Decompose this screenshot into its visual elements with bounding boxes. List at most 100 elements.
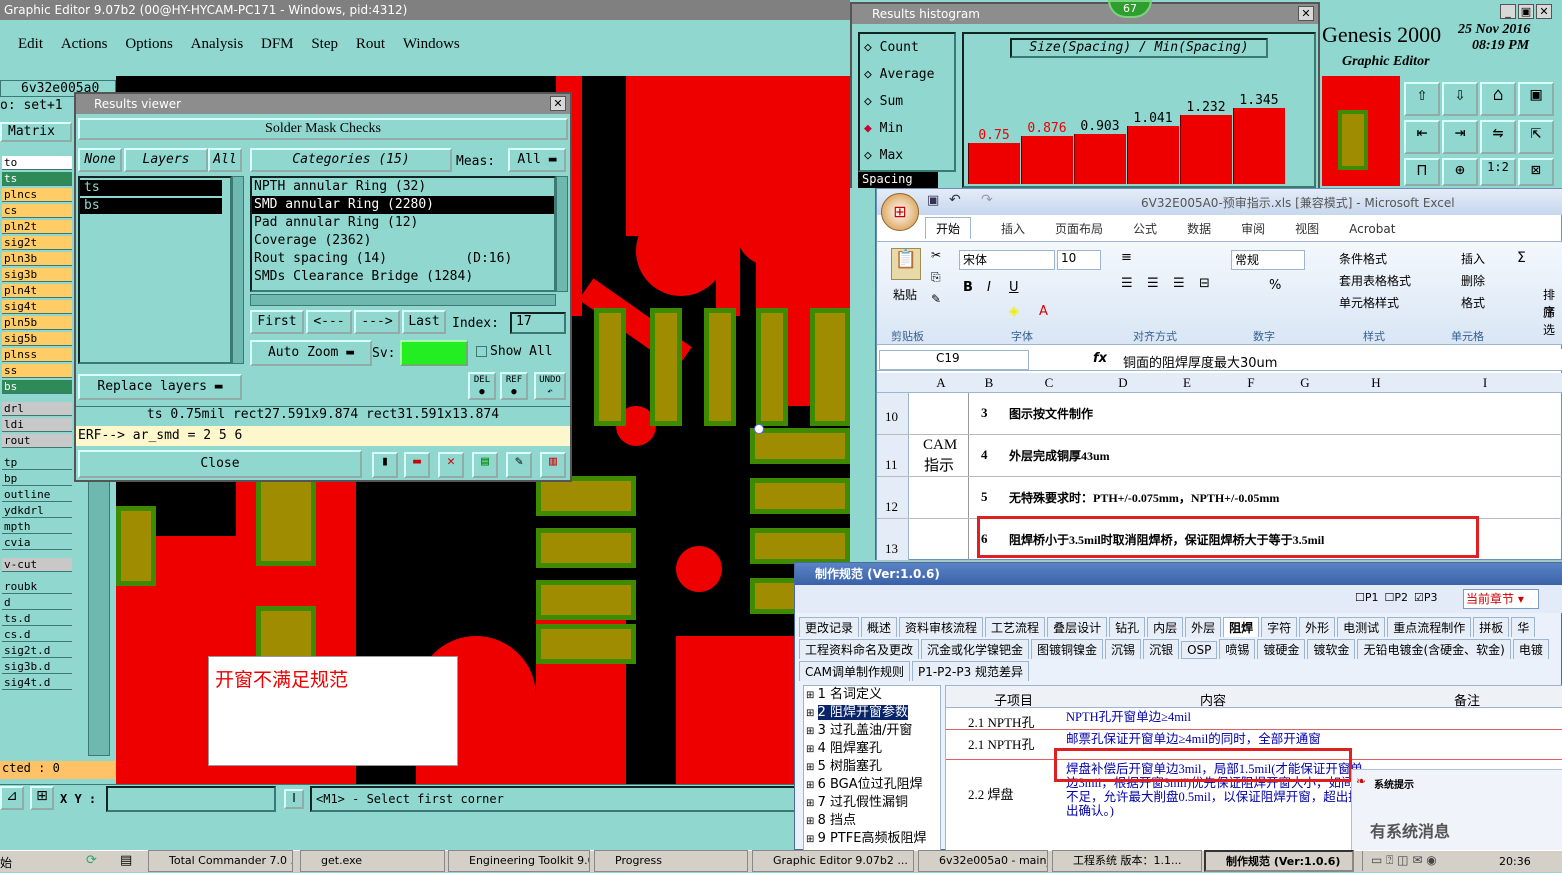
categories-button[interactable]: Categories (15) [250,148,452,172]
minimize-icon[interactable]: _ [1500,4,1516,19]
taskbar-item[interactable]: get.exe [300,850,445,872]
sheet-row[interactable]: 12 5 无特殊要求时：PTH+/-0.075mm，NPTH+/-0.05mm [877,477,1562,519]
column-header[interactable]: H [1327,375,1425,391]
number-format-select[interactable]: 常规 [1231,250,1305,270]
save-icon[interactable]: ▣ [927,193,939,208]
taskbar-item[interactable]: 工程系统 版本：1.1... [1052,850,1202,872]
layer-item[interactable]: to [2,156,72,170]
office-button-icon[interactable]: ⊞ [881,193,919,231]
matrix-button[interactable]: Matrix [0,122,72,142]
notes-icon[interactable]: ✎ [506,452,532,478]
underline-icon[interactable]: U [1009,280,1019,295]
tool-icon-11[interactable]: 1:2 [1480,158,1516,186]
expand-icon[interactable]: ⊞ [806,762,818,773]
font-size-select[interactable]: 10 [1057,250,1101,270]
tree-item[interactable]: ⊞ 7 过孔假性漏铜 [804,794,940,812]
filter-label[interactable]: 筛选 [1543,304,1561,338]
delete-cells-button[interactable]: 删除 [1461,272,1485,289]
expand-icon[interactable]: ⊞ [806,798,818,809]
spec-tab[interactable]: 字符 [1261,617,1298,637]
category-item[interactable]: NPTH annular Ring (32) [252,178,554,196]
layer-item[interactable]: plncs [2,188,72,202]
tool-icon-6[interactable]: ⇥ [1442,120,1478,154]
tree-item[interactable]: ⊞ 2 阻焊开窗参数 [804,704,940,722]
merge-icon[interactable]: ⊟ [1199,276,1210,291]
restore-icon[interactable]: ▣ [1518,4,1534,19]
column-header[interactable]: G [1283,375,1327,391]
column-header[interactable]: A [911,375,971,391]
probe-icon[interactable]: ▮ [372,452,398,478]
spec-tab[interactable]: 更改记录 [799,617,860,637]
menu-edit[interactable]: Edit [18,36,43,53]
sv-color-dropdown[interactable] [400,340,468,366]
last-button[interactable]: Last [402,310,446,334]
measure-icon[interactable]: ⊿ [0,786,24,810]
ribbon-tab[interactable]: Acrobat [1349,222,1395,236]
layer-item[interactable]: sig5b [2,332,72,346]
spec-tab[interactable]: P1-P2-P3 规范差异 [911,661,1030,681]
layer-item[interactable]: pln4t [2,284,72,298]
category-item[interactable]: SMDs Clearance Bridge (1284) [252,268,554,286]
layer-item[interactable]: sig3b.d [2,660,72,674]
prev-button[interactable]: <--- [306,310,352,334]
spec-tab[interactable]: 工艺流程 [985,617,1046,637]
expand-icon[interactable]: ⊞ [806,780,818,791]
del-button[interactable]: DEL ● [468,372,496,400]
tool-icon-8[interactable]: ⇱ [1518,120,1554,154]
column-header[interactable]: I [1425,375,1545,391]
spec-tab[interactable]: 无铅电镀金(含硬金、软金) [1357,639,1511,659]
histogram-option[interactable]: ◇ Sum [860,88,954,115]
taskbar-item[interactable]: Graphic Editor 9.07b2 ... [752,850,914,872]
spec-tab[interactable]: 外形 [1299,617,1336,637]
align-center-icon[interactable]: ☰ [1147,276,1159,291]
layer-item[interactable]: mpth [2,520,72,534]
paste-label[interactable]: 粘贴 [893,286,917,303]
column-header[interactable]: D [1091,375,1155,391]
tree-item[interactable]: ⊞ 9 PTFE高频板阻焊 [804,830,940,848]
spec-tab[interactable]: 阻焊 [1223,617,1260,637]
close-icon[interactable]: ✕ [1536,4,1552,19]
none-button[interactable]: None [78,148,122,172]
replace-layers-button[interactable]: Replace layers ▬ [78,374,242,400]
taskbar-item[interactable]: 制作规范 (Ver:1.0.6) [1204,850,1354,872]
layer-item[interactable]: pln5b [2,316,72,330]
layer-item[interactable]: roubk [2,580,72,594]
spec-tab[interactable]: CAM调单制作规则 [799,661,910,681]
categories-scrollbar[interactable] [556,176,568,292]
menu-step[interactable]: Step [311,36,338,53]
taskbar-item[interactable]: Total Commander 7.0 ... [148,850,293,872]
font-name-select[interactable]: 宋体 [959,250,1055,270]
histogram-option[interactable]: ◇ Average [860,61,954,88]
layer-item[interactable]: plnss [2,348,72,362]
chapter-select[interactable]: 当前章节 ▾ [1463,589,1539,609]
expand-icon[interactable]: ⊞ [806,708,818,719]
rv-layer-item[interactable]: ts [80,180,222,196]
report-icon[interactable]: ▤ [472,452,498,478]
layer-item[interactable]: bp [2,472,72,486]
layer-item[interactable]: v-cut [2,558,72,572]
spec-tab[interactable]: 镀软金 [1307,639,1356,659]
layer-item[interactable]: sig4t.d [2,676,72,690]
cell-style-button[interactable]: 单元格样式 [1339,294,1399,311]
tool-icon-7[interactable]: ⇋ [1480,120,1516,154]
spec-tab[interactable]: 概述 [861,617,898,637]
layer-item[interactable]: tp [2,456,72,470]
formula-input[interactable]: 铜面的阻焊厚度最大30um [1123,352,1277,371]
spec-tab[interactable]: 喷锡 [1219,639,1256,659]
layer-item[interactable]: pln3b [2,252,72,266]
spec-tab[interactable]: 拼板 [1473,617,1510,637]
table-format-button[interactable]: 套用表格格式 [1339,272,1411,289]
layers-button[interactable]: Layers [124,148,208,172]
index-input[interactable]: 17 [510,312,566,334]
format-cells-button[interactable]: 格式 [1461,294,1485,311]
format-painter-icon[interactable]: ✎ [931,292,941,306]
categories-listbox[interactable]: NPTH annular Ring (32) SMD annular Ring (… [250,176,556,292]
expand-icon[interactable]: ⊞ [806,744,818,755]
spec-tab[interactable]: 钻孔 [1109,617,1146,637]
ribbon-tab[interactable]: 审阅 [1241,220,1265,237]
spec-tab[interactable]: 电测试 [1337,617,1386,637]
close-button[interactable]: Close [78,450,362,478]
menu-options[interactable]: Options [125,36,173,53]
tool-icon-2[interactable]: ⇩ [1442,82,1478,116]
font-color-icon[interactable]: A [1039,304,1048,319]
